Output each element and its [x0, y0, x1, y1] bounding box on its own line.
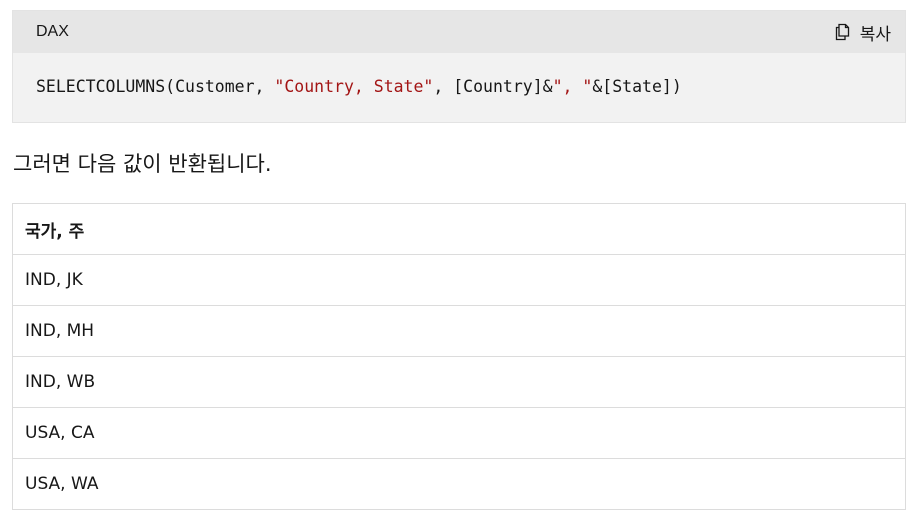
column-header-country-state: 국가, 주 [12, 203, 906, 255]
table-header-row: 국가, 주 [12, 203, 906, 255]
code-token-string: ", " [552, 77, 593, 96]
code-block: DAX 복사 SELECTCOLUMNS(Customer, "Country,… [12, 10, 906, 123]
code-header: DAX 복사 [13, 11, 905, 53]
table-cell: USA, WA [12, 458, 906, 510]
table-row: IND, WB [12, 356, 906, 408]
copy-icon [834, 23, 852, 41]
code-language-label: DAX [36, 23, 69, 40]
result-table: 국가, 주 IND, JK IND, MH IND, WB USA, CA US… [12, 203, 906, 510]
table-row: IND, JK [12, 254, 906, 306]
table-cell: IND, JK [12, 254, 906, 306]
table-cell: USA, CA [12, 407, 906, 459]
code-content[interactable]: SELECTCOLUMNS(Customer, "Country, State"… [13, 53, 905, 96]
copy-button[interactable]: 복사 [834, 20, 891, 45]
table-row: USA, WA [12, 458, 906, 510]
code-token-plain: , [Country]& [433, 77, 553, 96]
code-token-plain: &[State]) [592, 77, 682, 96]
result-description: 그러면 다음 값이 반환됩니다. [13, 152, 272, 176]
table-cell: IND, WB [12, 356, 906, 408]
code-token-string: "Country, State" [274, 77, 434, 96]
copy-label: 복사 [859, 24, 891, 45]
page: DAX 복사 SELECTCOLUMNS(Customer, "Country,… [0, 0, 924, 529]
table-row: USA, CA [12, 407, 906, 459]
table-cell: IND, MH [12, 305, 906, 357]
code-token-function: SELECTCOLUMNS(Customer, [36, 77, 275, 96]
table-row: IND, MH [12, 305, 906, 357]
